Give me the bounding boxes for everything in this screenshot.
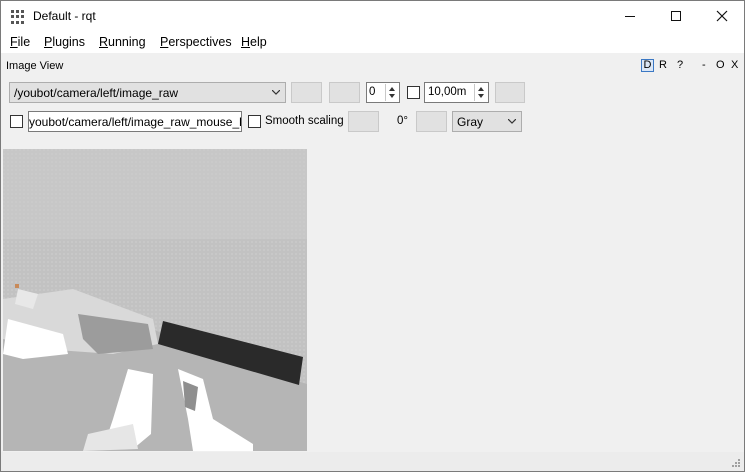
spin-arrows[interactable] bbox=[385, 84, 398, 101]
close-button[interactable] bbox=[699, 1, 745, 31]
dock-help-button[interactable]: ? bbox=[677, 59, 683, 71]
rqt-app-icon bbox=[11, 10, 25, 24]
menu-plugins[interactable]: Plugins bbox=[44, 35, 85, 49]
smooth-scaling-checkbox[interactable] bbox=[248, 115, 261, 128]
menu-perspectives[interactable]: Perspectives bbox=[160, 35, 232, 49]
minimize-icon bbox=[625, 15, 635, 17]
close-icon bbox=[716, 10, 728, 22]
color-scheme-value: Gray bbox=[457, 115, 484, 129]
max-range-text: 10,00m bbox=[428, 86, 467, 98]
refresh-topics-button[interactable] bbox=[291, 82, 322, 103]
spin-value-field[interactable]: 0 bbox=[366, 82, 400, 103]
dock-toggle-decoration-button[interactable]: D bbox=[641, 59, 654, 72]
menu-help[interactable]: Help bbox=[241, 35, 267, 49]
range-spin-arrows[interactable] bbox=[474, 84, 487, 101]
save-image-button[interactable] bbox=[495, 82, 525, 103]
camera-image[interactable] bbox=[3, 149, 307, 451]
maximize-button[interactable] bbox=[653, 1, 699, 31]
maximize-icon bbox=[671, 11, 681, 21]
color-scheme-select[interactable]: Gray bbox=[452, 111, 522, 132]
mouse-topic-input[interactable]: youbot/camera/left/image_raw_mouse_left bbox=[28, 111, 242, 132]
spin-up-icon bbox=[389, 87, 395, 91]
menu-bar: File Plugins Running Perspectives Help bbox=[0, 31, 745, 53]
topic-select[interactable]: /youbot/camera/left/image_raw bbox=[9, 82, 286, 103]
minimize-button[interactable] bbox=[607, 1, 653, 31]
menu-running[interactable]: Running bbox=[99, 35, 146, 49]
window-title: Default - rqt bbox=[33, 9, 96, 23]
dock-title: Image View bbox=[6, 60, 64, 72]
max-range-field[interactable]: 10,00m bbox=[424, 82, 489, 103]
dock-options-button[interactable]: O bbox=[716, 59, 725, 71]
range-up-icon bbox=[478, 87, 484, 91]
spin-value-text: 0 bbox=[369, 86, 376, 98]
chevron-down-icon bbox=[272, 90, 280, 95]
topic-select-value: /youbot/camera/left/image_raw bbox=[14, 86, 179, 100]
dynamic-range-checkbox[interactable] bbox=[407, 86, 420, 99]
rotate-left-button[interactable] bbox=[348, 111, 379, 132]
menu-file[interactable]: File bbox=[10, 35, 30, 49]
spin-down-icon bbox=[389, 94, 395, 98]
smooth-scaling-label: Smooth scaling bbox=[265, 115, 344, 127]
dock-close-button[interactable]: X bbox=[731, 59, 738, 71]
rotate-right-button[interactable] bbox=[416, 111, 447, 132]
dock-minimize-button[interactable]: - bbox=[702, 59, 706, 71]
title-bar: Default - rqt bbox=[0, 0, 745, 31]
window-frame-left bbox=[0, 53, 1, 453]
status-strip bbox=[0, 452, 745, 472]
mouse-publish-checkbox[interactable] bbox=[10, 115, 23, 128]
resize-grip-icon[interactable] bbox=[731, 458, 741, 468]
range-down-icon bbox=[478, 94, 484, 98]
camera-frame-graphic bbox=[3, 149, 307, 451]
rotation-label: 0° bbox=[397, 115, 408, 127]
zoom-button[interactable] bbox=[329, 82, 360, 103]
mouse-topic-text: youbot/camera/left/image_raw_mouse_left bbox=[29, 115, 242, 129]
chevron-down-icon bbox=[508, 119, 516, 124]
dock-reload-button[interactable]: R bbox=[659, 59, 667, 71]
